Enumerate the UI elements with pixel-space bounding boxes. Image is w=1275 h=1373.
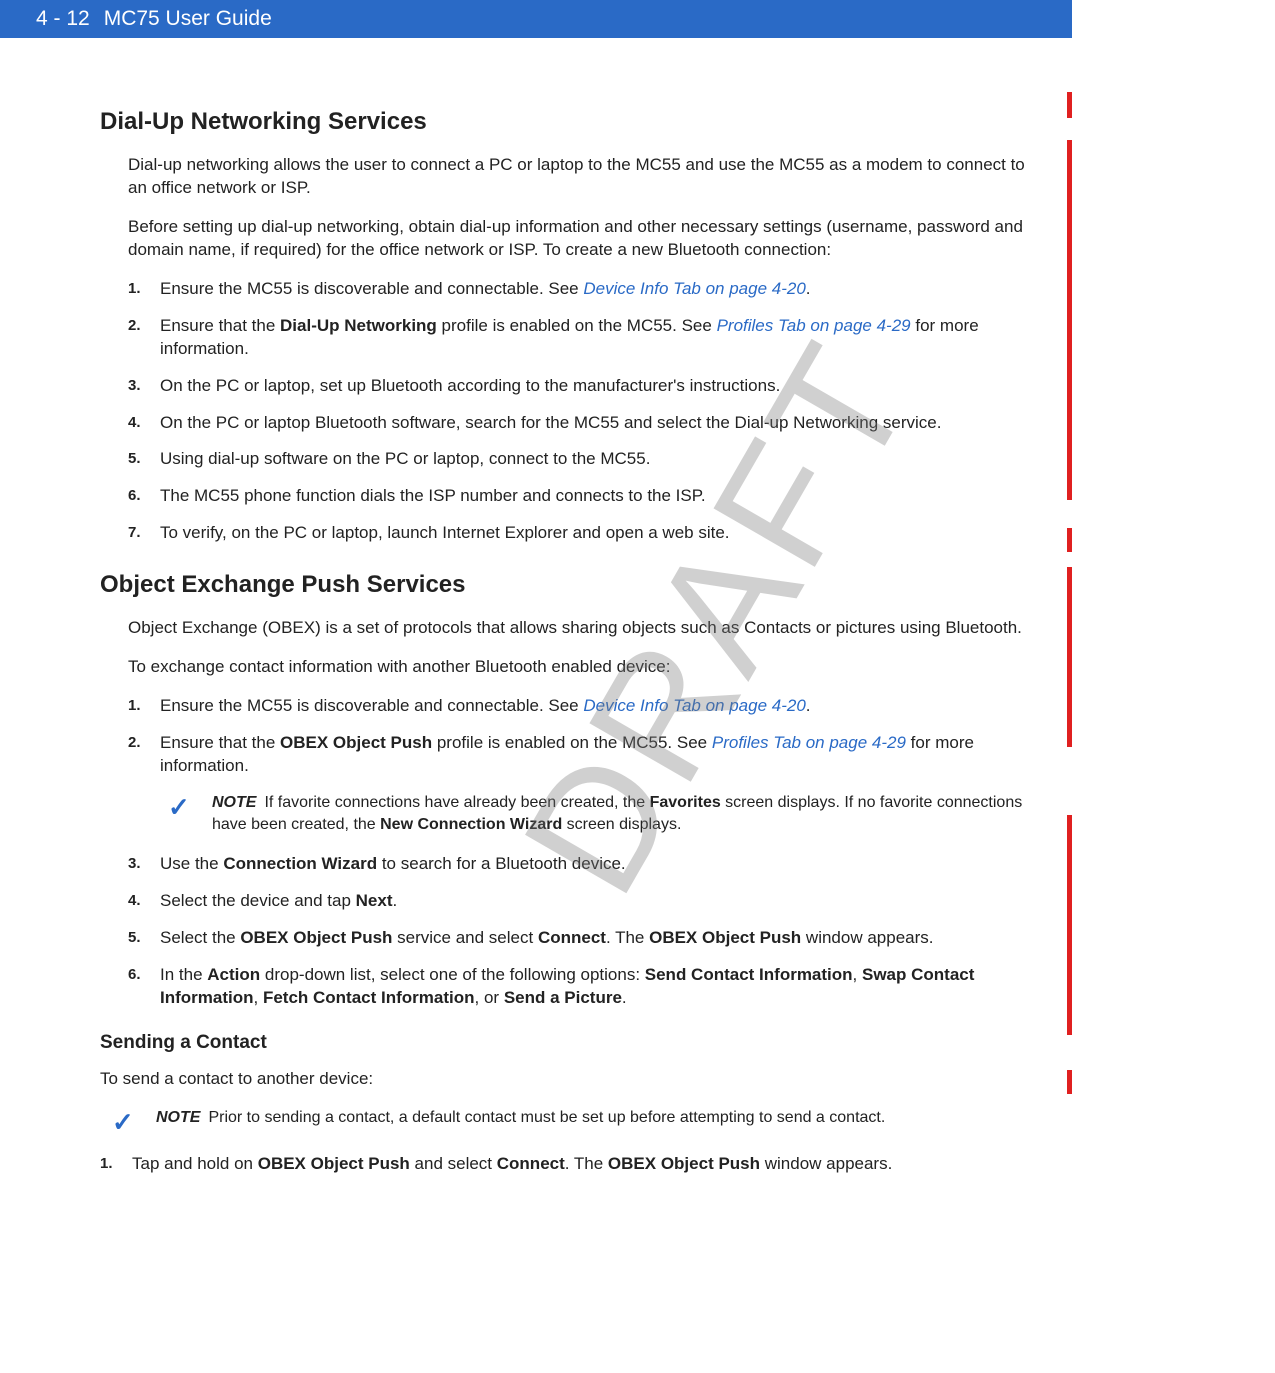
list-text: On the PC or laptop, set up Bluetooth ac…: [160, 375, 1042, 398]
note-text: NOTEPrior to sending a contact, a defaul…: [156, 1107, 1042, 1135]
list-item: 2. Ensure that the OBEX Object Push prof…: [128, 732, 1042, 778]
checkmark-icon: ✓: [168, 792, 194, 835]
cross-ref-link[interactable]: Device Info Tab on page 4-20: [583, 696, 805, 715]
list-number: 2.: [128, 315, 146, 361]
list-text: Ensure the MC55 is discoverable and conn…: [160, 695, 1042, 718]
paragraph: Object Exchange (OBEX) is a set of proto…: [128, 617, 1042, 640]
ordered-list: 1. Tap and hold on OBEX Object Push and s…: [100, 1153, 1042, 1176]
paragraph: Before setting up dial-up networking, ob…: [128, 216, 1042, 262]
list-text: Use the Connection Wizard to search for …: [160, 853, 1042, 876]
change-bar: [1067, 92, 1072, 118]
list-text: Using dial-up software on the PC or lapt…: [160, 448, 1042, 471]
note-callout: ✓ NOTEPrior to sending a contact, a defa…: [112, 1107, 1042, 1135]
list-number: 6.: [128, 485, 146, 508]
list-text: Tap and hold on OBEX Object Push and sel…: [132, 1153, 1042, 1176]
list-number: 5.: [128, 927, 146, 950]
list-item: 4. On the PC or laptop Bluetooth software…: [128, 412, 1042, 435]
subsection-heading-sending-contact: Sending a Contact: [100, 1032, 1042, 1054]
list-item: 3. Use the Connection Wizard to search fo…: [128, 853, 1042, 876]
paragraph: To send a contact to another device:: [100, 1068, 1042, 1091]
list-number: 7.: [128, 522, 146, 545]
list-text: Ensure that the Dial-Up Networking profi…: [160, 315, 1042, 361]
change-bar: [1067, 567, 1072, 747]
list-item: 1. Tap and hold on OBEX Object Push and s…: [100, 1153, 1042, 1176]
change-bar: [1067, 140, 1072, 500]
list-number: 4.: [128, 890, 146, 913]
list-text: Select the device and tap Next.: [160, 890, 1042, 913]
change-bar: [1067, 815, 1072, 1035]
list-text: The MC55 phone function dials the ISP nu…: [160, 485, 1042, 508]
list-number: 1.: [100, 1153, 118, 1176]
change-bar: [1067, 528, 1072, 552]
checkmark-icon: ✓: [112, 1107, 138, 1135]
list-number: 3.: [128, 853, 146, 876]
list-text: In the Action drop-down list, select one…: [160, 964, 1042, 1010]
page-content: Dial-Up Networking Services Dial-up netw…: [0, 38, 1072, 1176]
list-text: On the PC or laptop Bluetooth software, …: [160, 412, 1042, 435]
note-text: NOTEIf favorite connections have already…: [212, 792, 1042, 835]
guide-title: MC75 User Guide: [104, 7, 272, 31]
header-title: 4 - 12 MC75 User Guide: [36, 7, 272, 31]
list-number: 1.: [128, 278, 146, 301]
list-number: 1.: [128, 695, 146, 718]
ordered-list: 1. Ensure the MC55 is discoverable and c…: [128, 278, 1042, 546]
section-heading-dialup: Dial-Up Networking Services: [100, 108, 1042, 136]
list-number: 2.: [128, 732, 146, 778]
list-item: 5. Select the OBEX Object Push service an…: [128, 927, 1042, 950]
list-text: To verify, on the PC or laptop, launch I…: [160, 522, 1042, 545]
list-item: 6. In the Action drop-down list, select o…: [128, 964, 1042, 1010]
list-item: 2. Ensure that the Dial-Up Networking pr…: [128, 315, 1042, 361]
cross-ref-link[interactable]: Profiles Tab on page 4-29: [717, 316, 911, 335]
cross-ref-link[interactable]: Profiles Tab on page 4-29: [712, 733, 906, 752]
list-number: 6.: [128, 964, 146, 1010]
list-item: 5. Using dial-up software on the PC or la…: [128, 448, 1042, 471]
page-number: 4 - 12: [36, 7, 90, 31]
change-bar: [1067, 1070, 1072, 1094]
paragraph: Dial-up networking allows the user to co…: [128, 154, 1042, 200]
list-text: Select the OBEX Object Push service and …: [160, 927, 1042, 950]
list-text: Ensure that the OBEX Object Push profile…: [160, 732, 1042, 778]
document-page: 4 - 12 MC75 User Guide DRAFT Dial-Up Net…: [0, 0, 1072, 1270]
ordered-list: 1. Ensure the MC55 is discoverable and c…: [128, 695, 1042, 1010]
list-number: 5.: [128, 448, 146, 471]
page-header: 4 - 12 MC75 User Guide: [0, 0, 1072, 38]
list-item: 1. Ensure the MC55 is discoverable and c…: [128, 278, 1042, 301]
list-item: 6. The MC55 phone function dials the ISP …: [128, 485, 1042, 508]
cross-ref-link[interactable]: Device Info Tab on page 4-20: [583, 279, 805, 298]
list-item: 3. On the PC or laptop, set up Bluetooth …: [128, 375, 1042, 398]
list-item: 7. To verify, on the PC or laptop, launch…: [128, 522, 1042, 545]
list-number: 4.: [128, 412, 146, 435]
section-heading-obex: Object Exchange Push Services: [100, 571, 1042, 599]
list-number: 3.: [128, 375, 146, 398]
list-item: 1. Ensure the MC55 is discoverable and c…: [128, 695, 1042, 718]
note-callout: ✓ NOTEIf favorite connections have alrea…: [168, 792, 1042, 835]
list-item: 4. Select the device and tap Next.: [128, 890, 1042, 913]
list-text: Ensure the MC55 is discoverable and conn…: [160, 278, 1042, 301]
paragraph: To exchange contact information with ano…: [128, 656, 1042, 679]
